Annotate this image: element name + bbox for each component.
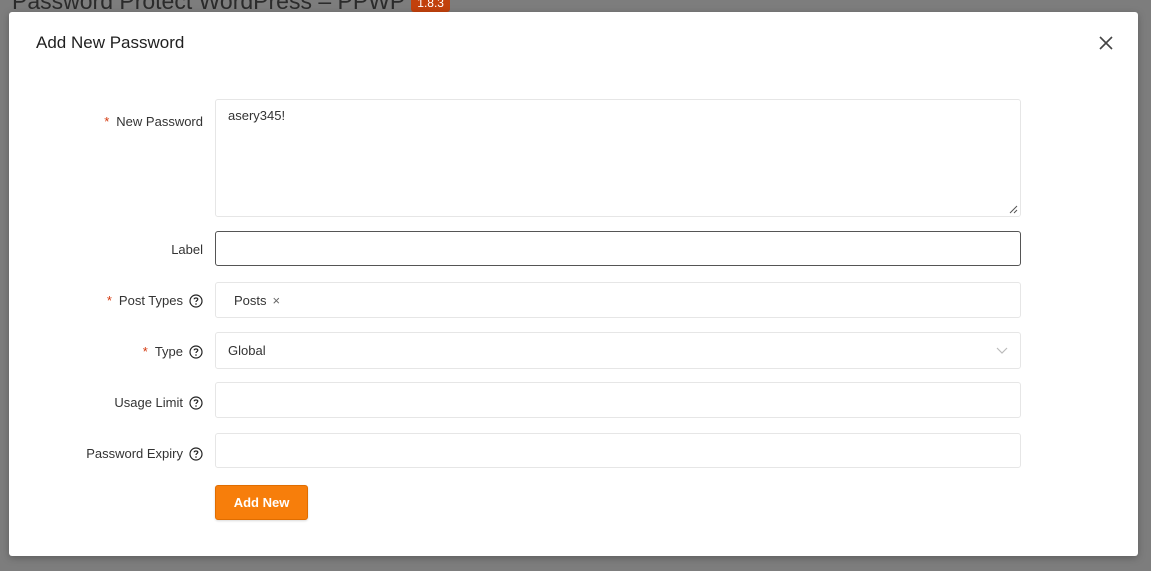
post-types-multiselect[interactable]: Posts ×	[215, 282, 1021, 318]
new-password-label-text: New Password	[116, 114, 203, 129]
required-marker: *	[104, 114, 110, 129]
question-circle-icon[interactable]	[189, 395, 203, 410]
chevron-down-icon	[996, 347, 1008, 354]
usage-limit-input[interactable]	[215, 382, 1021, 418]
question-circle-icon[interactable]	[189, 293, 203, 308]
post-types-label-text: Post Types	[118, 293, 183, 308]
usage-limit-label: Usage Limit	[114, 395, 203, 410]
post-types-label: * Post Types	[107, 293, 203, 308]
label-input[interactable]	[215, 231, 1021, 266]
question-circle-icon[interactable]	[189, 446, 203, 461]
tag-remove-icon[interactable]: ×	[273, 293, 281, 308]
required-marker: *	[142, 344, 148, 359]
question-circle-icon[interactable]	[189, 344, 203, 359]
new-password-label: * New Password	[104, 114, 203, 129]
type-label-text: Type	[154, 344, 183, 359]
type-select[interactable]: Global	[215, 332, 1021, 369]
password-expiry-label-text: Password Expiry	[86, 446, 183, 461]
type-selected-value: Global	[228, 343, 266, 358]
password-expiry-input[interactable]	[215, 433, 1021, 468]
modal-title: Add New Password	[36, 33, 185, 52]
close-icon[interactable]	[1097, 34, 1115, 52]
type-label: * Type	[143, 344, 203, 359]
label-field-label-text: Label	[171, 242, 203, 257]
usage-limit-label-text: Usage Limit	[114, 395, 183, 410]
add-password-modal: Add New Password * New Password asery345…	[9, 12, 1138, 556]
add-new-button[interactable]: Add New	[215, 485, 308, 520]
new-password-textarea[interactable]: asery345!	[215, 99, 1021, 217]
label-field-label: Label	[171, 242, 203, 257]
post-type-tag-label: Posts	[234, 292, 267, 308]
new-password-value: asery345!	[228, 108, 286, 123]
required-marker: *	[106, 293, 112, 308]
version-badge: 1.8.3	[411, 0, 450, 12]
resize-handle-icon[interactable]	[1009, 205, 1018, 214]
password-expiry-label: Password Expiry	[86, 446, 203, 461]
post-type-tag: Posts ×	[226, 289, 289, 311]
